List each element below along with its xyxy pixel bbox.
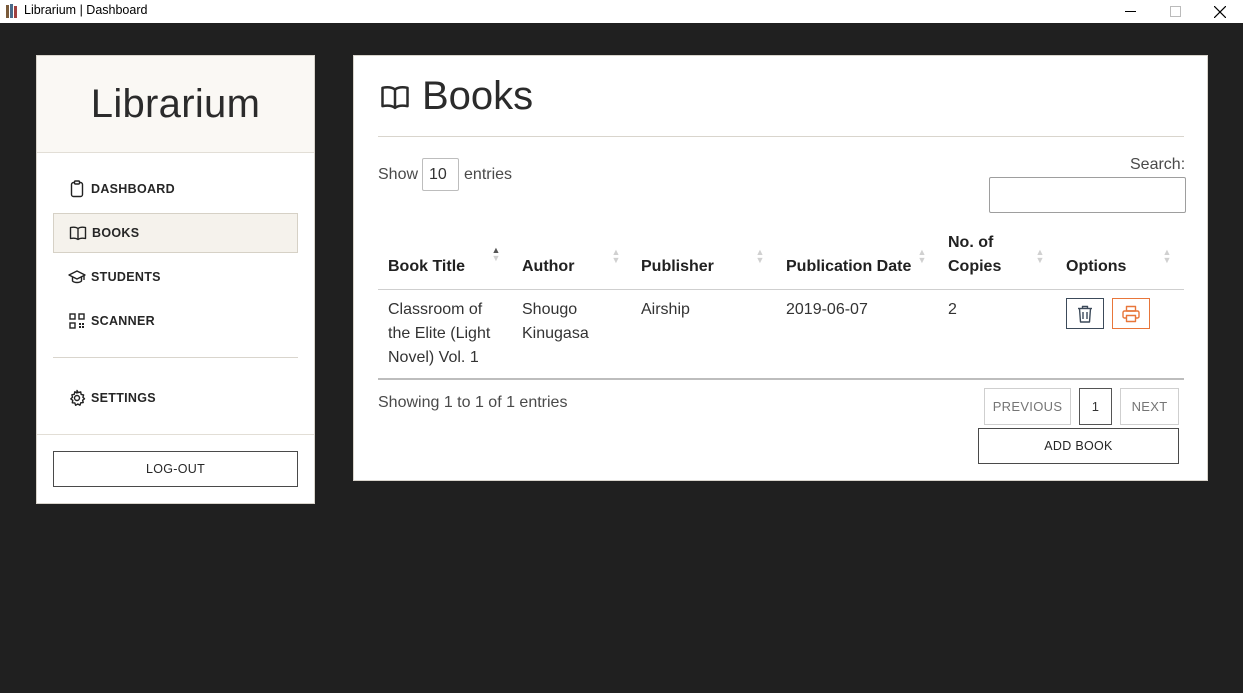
sidebar-item-scanner[interactable]: SCANNER [53,301,298,341]
length-suffix: entries [464,165,513,183]
pagination-page-1[interactable]: 1 [1079,388,1112,425]
sidebar: Librarium DASHBOARD BOOKS STUDENTS SCANN… [36,55,315,504]
search-input[interactable] [989,177,1186,213]
sidebar-item-label: SCANNER [91,314,155,328]
brand-title: Librarium [90,81,261,126]
book-open-icon [381,85,409,109]
books-panel: Books Show 10 entries Search: Book Title… [353,55,1208,481]
sidebar-item-label: DASHBOARD [91,182,175,196]
print-book-button[interactable] [1112,298,1150,329]
pagination-next[interactable]: NEXT [1120,388,1179,425]
maximize-icon [1169,6,1181,17]
minimize-button[interactable] [1107,0,1153,23]
add-book-button[interactable]: ADD BOOK [978,428,1179,464]
app-books-icon [6,4,17,18]
column-header-publication-date[interactable]: Publication Date [786,255,911,279]
page-title: Books [380,74,533,119]
sidebar-divider [53,357,298,358]
column-header-publisher[interactable]: Publisher [641,255,714,279]
entries-length-control: Show 10 entries [378,158,512,191]
logout-separator [37,434,314,435]
column-header-copies[interactable]: No. of Copies [948,231,1018,279]
sort-icon[interactable]: ▲ ▼ [917,248,927,265]
sort-icon[interactable]: ▲ ▼ [755,248,765,265]
sort-icon[interactable]: ▲ ▼ [611,248,621,265]
book-open-icon [69,226,87,241]
logout-button[interactable]: LOG-OUT [53,451,298,487]
column-header-author[interactable]: Author [522,255,574,279]
window-title: Librarium | Dashboard [24,3,148,17]
column-header-book-title[interactable]: Book Title [388,255,465,279]
sidebar-item-label: SETTINGS [91,391,156,405]
delete-book-button[interactable] [1066,298,1104,329]
pagination-previous[interactable]: PREVIOUS [984,388,1071,425]
sidebar-item-label: STUDENTS [91,270,161,284]
cell-publication-date: 2019-06-07 [786,301,868,318]
qr-code-icon [69,313,85,329]
printer-icon [1122,305,1140,322]
cell-copies: 2 [948,301,957,318]
column-header-options[interactable]: Options [1066,255,1126,279]
sort-ascending-icon[interactable]: ▲ ▼ [491,246,501,263]
length-prefix: Show [378,165,419,183]
page-title-text: Books [422,74,534,118]
sidebar-item-dashboard[interactable]: DASHBOARD [53,169,298,209]
sidebar-item-settings[interactable]: SETTINGS [53,378,298,418]
search-label: Search: [1130,156,1186,173]
table-info: Showing 1 to 1 of 1 entries [378,394,568,411]
close-icon [1214,5,1226,18]
minimize-icon [1124,11,1136,12]
sidebar-item-students[interactable]: STUDENTS [53,257,298,297]
brand-header: Librarium [37,56,314,153]
cell-author: Shougo Kinugasa [522,301,589,342]
trash-icon [1078,305,1092,323]
table-header-divider [378,289,1184,290]
title-divider [378,136,1184,137]
table-bottom-divider [378,378,1184,380]
cell-publisher: Airship [641,301,690,318]
entries-select[interactable]: 10 [422,158,460,191]
sort-icon[interactable]: ▲ ▼ [1035,248,1045,265]
sort-icon[interactable]: ▲ ▼ [1162,248,1172,265]
sidebar-item-books[interactable]: BOOKS [53,213,298,253]
window-titlebar: Librarium | Dashboard [0,0,1243,23]
sidebar-item-label: BOOKS [92,226,140,240]
graduation-cap-icon [68,270,86,284]
cell-book-title: Classroom of the Elite (Light Novel) Vol… [388,301,491,366]
clipboard-icon [70,180,84,198]
maximize-button[interactable] [1152,0,1198,23]
close-button[interactable] [1197,0,1243,23]
gear-icon [70,389,86,406]
